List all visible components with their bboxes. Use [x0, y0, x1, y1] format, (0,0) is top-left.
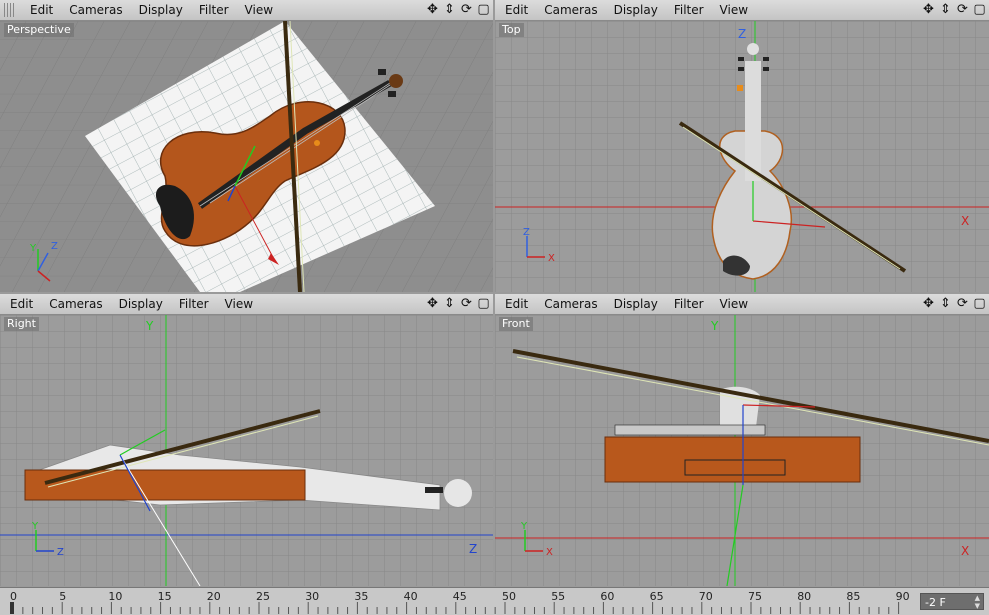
maximize-icon[interactable]: ▢: [972, 296, 987, 311]
menu-display[interactable]: Display: [606, 0, 666, 20]
drag-grip-icon[interactable]: [4, 3, 16, 17]
timeline-tick-label: 20: [207, 590, 221, 603]
timeline-tick-label: 45: [453, 590, 467, 603]
frame-stepper-icon[interactable]: ▲ ▼: [975, 594, 980, 610]
svg-text:Z: Z: [523, 227, 530, 238]
viewport-perspective[interactable]: Edit Cameras Display Filter View ✥ ⇕ ⟳ ▢: [0, 0, 493, 292]
viewport-top[interactable]: Edit Cameras Display Filter View ✥ ⇕ ⟳ ▢: [495, 0, 989, 292]
timeline-tick-label: 30: [305, 590, 319, 603]
front-scene: Y X Y X: [495, 315, 989, 586]
viewport-canvas[interactable]: Y Z Perspective: [0, 21, 493, 292]
svg-text:Z: Z: [57, 547, 64, 558]
menu-view[interactable]: View: [237, 0, 281, 20]
menu-edit[interactable]: Edit: [22, 0, 61, 20]
viewport-canvas[interactable]: Z X Z X Top: [495, 21, 989, 292]
menu-edit[interactable]: Edit: [497, 0, 536, 20]
timeline-tick-label: 55: [551, 590, 565, 603]
menu-filter[interactable]: Filter: [171, 294, 217, 314]
menu-filter[interactable]: Filter: [666, 0, 712, 20]
top-scene: Z X Z X: [495, 21, 989, 292]
timeline[interactable]: 0 5 10 15 20 25 30 35 40 45 50 55 60 65 70 75 80 85 90 -2 …: [0, 587, 989, 615]
move-icon[interactable]: ✥: [425, 2, 440, 17]
viewport-label: Perspective: [4, 23, 74, 37]
scale-icon[interactable]: ⇕: [938, 296, 953, 311]
menu-cameras[interactable]: Cameras: [536, 0, 605, 20]
maximize-icon[interactable]: ▢: [972, 2, 987, 17]
viewport-canvas[interactable]: Y X Y X Front: [495, 315, 989, 586]
maximize-icon[interactable]: ▢: [476, 2, 491, 17]
viewport-front[interactable]: Edit Cameras Display Filter View ✥ ⇕ ⟳ ▢: [495, 294, 989, 586]
viewport-label: Top: [499, 23, 524, 37]
svg-text:X: X: [546, 547, 553, 558]
timeline-tick-label: 0: [10, 590, 17, 603]
svg-text:X: X: [548, 253, 555, 264]
menu-filter[interactable]: Filter: [666, 294, 712, 314]
viewport-label: Front: [499, 317, 533, 331]
right-scene: Y Z Y Z: [0, 315, 493, 586]
svg-text:Y: Y: [520, 521, 528, 532]
axis-label-z: Z: [738, 27, 746, 41]
menu-view[interactable]: View: [712, 294, 756, 314]
rotate-icon[interactable]: ⟳: [459, 2, 474, 17]
axis-label-y: Y: [710, 319, 719, 333]
rotate-icon[interactable]: ⟳: [955, 296, 970, 311]
svg-text:Y: Y: [29, 243, 37, 254]
timeline-tick-label: 75: [748, 590, 762, 603]
timeline-tick-label: 5: [59, 590, 66, 603]
viewport-menubar: Edit Cameras Display Filter View ✥ ⇕ ⟳ ▢: [0, 0, 493, 21]
menu-view[interactable]: View: [712, 0, 756, 20]
timeline-tick-label: 90: [896, 590, 910, 603]
timeline-tick-label: 25: [256, 590, 270, 603]
timeline-tick-label: 70: [699, 590, 713, 603]
timeline-tick-label: 80: [797, 590, 811, 603]
viewport-canvas[interactable]: Y Z Y Z Right: [0, 315, 493, 586]
viewport-menubar: Edit Cameras Display Filter View ✥ ⇕ ⟳ ▢: [495, 0, 989, 21]
axis-label-z: Z: [469, 542, 477, 556]
move-icon[interactable]: ✥: [921, 296, 936, 311]
scale-icon[interactable]: ⇕: [442, 2, 457, 17]
axis-label-x: X: [961, 544, 969, 558]
menu-filter[interactable]: Filter: [191, 0, 237, 20]
menu-display[interactable]: Display: [606, 294, 666, 314]
menu-cameras[interactable]: Cameras: [41, 294, 110, 314]
timeline-tick-label: 15: [158, 590, 172, 603]
menu-display[interactable]: Display: [111, 294, 171, 314]
rotate-icon[interactable]: ⟳: [459, 296, 474, 311]
move-icon[interactable]: ✥: [425, 296, 440, 311]
move-icon[interactable]: ✥: [921, 2, 936, 17]
menu-cameras[interactable]: Cameras: [536, 294, 605, 314]
timeline-tick-label: 10: [108, 590, 122, 603]
timeline-tick-label: 40: [404, 590, 418, 603]
current-frame-value: -2 F: [925, 596, 946, 609]
viewport-right[interactable]: Edit Cameras Display Filter View ✥ ⇕ ⟳ ▢: [0, 294, 493, 586]
perspective-scene: Y Z: [0, 21, 493, 292]
svg-text:Y: Y: [31, 521, 39, 532]
scale-icon[interactable]: ⇕: [938, 2, 953, 17]
current-frame-field[interactable]: -2 F ▲ ▼: [920, 593, 984, 610]
menu-display[interactable]: Display: [131, 0, 191, 20]
menu-edit[interactable]: Edit: [2, 294, 41, 314]
scale-icon[interactable]: ⇕: [442, 296, 457, 311]
viewport-label: Right: [4, 317, 39, 331]
menu-view[interactable]: View: [217, 294, 261, 314]
timeline-tick-label: 35: [354, 590, 368, 603]
axis-label-y: Y: [145, 319, 154, 333]
rotate-icon[interactable]: ⟳: [955, 2, 970, 17]
axis-label-x: X: [961, 214, 969, 228]
timeline-ruler[interactable]: 0 5 10 15 20 25 30 35 40 45 50 55 60 65 70 75 80 85 90: [8, 588, 914, 615]
playhead-marker[interactable]: [10, 602, 14, 614]
menu-cameras[interactable]: Cameras: [61, 0, 130, 20]
timeline-tick-label: 50: [502, 590, 516, 603]
timeline-tick-label: 85: [846, 590, 860, 603]
timeline-tick-label: 65: [650, 590, 664, 603]
svg-text:Z: Z: [51, 241, 58, 252]
viewport-menubar: Edit Cameras Display Filter View ✥ ⇕ ⟳ ▢: [0, 294, 493, 315]
menu-edit[interactable]: Edit: [497, 294, 536, 314]
maximize-icon[interactable]: ▢: [476, 296, 491, 311]
viewport-menubar: Edit Cameras Display Filter View ✥ ⇕ ⟳ ▢: [495, 294, 989, 315]
timeline-tick-label: 60: [600, 590, 614, 603]
